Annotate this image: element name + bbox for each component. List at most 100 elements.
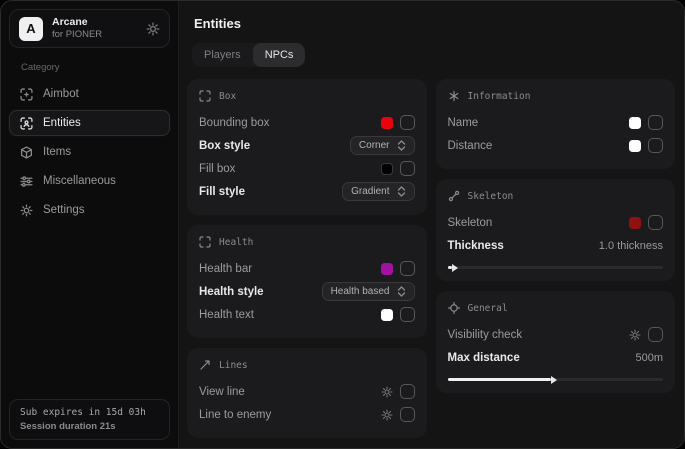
row-label: Visibility check xyxy=(448,329,523,341)
app-title: Arcane xyxy=(52,16,137,29)
main-panel: Entities Players NPCs Box xyxy=(179,1,684,448)
view-line-settings-gear-icon[interactable] xyxy=(381,386,393,398)
sidebar-item-miscellaneous[interactable]: Miscellaneous xyxy=(9,168,170,194)
card-title: Lines xyxy=(219,360,248,371)
sidebar-item-items[interactable]: Items xyxy=(9,139,170,165)
health-text-checkbox[interactable] xyxy=(400,307,415,322)
health-bar-row: Health bar xyxy=(199,257,415,280)
dropdown-value: Health based xyxy=(331,286,390,297)
row-label: Health style xyxy=(199,286,264,298)
app-subtitle: for PIONER xyxy=(52,29,137,41)
gear-icon[interactable] xyxy=(146,22,160,36)
thickness-slider-handle[interactable] xyxy=(452,264,458,272)
health-bar-checkbox[interactable] xyxy=(400,261,415,276)
max-distance-slider[interactable] xyxy=(448,378,664,381)
thickness-slider[interactable] xyxy=(448,266,664,269)
row-label: Skeleton xyxy=(448,217,493,229)
health-scan-icon xyxy=(199,236,211,248)
row-label: Fill style xyxy=(199,186,245,198)
visibility-check-row: Visibility check xyxy=(448,323,664,346)
sidebar-item-aimbot[interactable]: Aimbot xyxy=(9,81,170,107)
color-swatch[interactable] xyxy=(381,117,393,129)
logo-card: A Arcane for PIONER xyxy=(9,9,170,48)
row-label: Fill box xyxy=(199,163,235,175)
color-swatch[interactable] xyxy=(381,163,393,175)
chevron-up-down-icon xyxy=(397,286,406,297)
row-label: Health text xyxy=(199,309,254,321)
visibility-check-checkbox[interactable] xyxy=(648,327,663,342)
card-title: Skeleton xyxy=(468,191,514,202)
visibility-check-settings-gear-icon[interactable] xyxy=(629,329,641,341)
sidebar-item-label: Items xyxy=(43,146,71,158)
box-scan-icon xyxy=(199,90,211,102)
fill-style-dropdown[interactable]: Gradient xyxy=(342,182,414,201)
category-label: Category xyxy=(21,62,170,73)
information-card-header: Information xyxy=(448,90,664,102)
skeleton-row: Skeleton xyxy=(448,211,664,234)
slider-fill xyxy=(448,378,551,381)
sidebar-item-settings[interactable]: Settings xyxy=(9,197,170,223)
thickness-value: 1.0 thickness xyxy=(599,240,663,252)
line-to-enemy-checkbox[interactable] xyxy=(400,407,415,422)
row-label: Line to enemy xyxy=(199,409,271,421)
box-card-header: Box xyxy=(199,90,415,102)
row-label: Name xyxy=(448,117,479,129)
diagonal-line-icon xyxy=(199,359,211,371)
color-swatch[interactable] xyxy=(629,140,641,152)
health-style-dropdown[interactable]: Health based xyxy=(322,282,415,301)
card-title: General xyxy=(468,303,508,314)
tab-players[interactable]: Players xyxy=(192,43,253,67)
right-column: Information Name Distance xyxy=(436,79,676,393)
card-title: Information xyxy=(468,91,531,102)
name-checkbox[interactable] xyxy=(648,115,663,130)
page-title: Entities xyxy=(194,16,675,31)
app-logo: A xyxy=(19,17,43,41)
distance-row: Distance xyxy=(448,134,664,157)
thickness-row: Thickness 1.0 thickness xyxy=(448,234,664,257)
card-title: Health xyxy=(219,237,253,248)
view-line-checkbox[interactable] xyxy=(400,384,415,399)
logo-text: Arcane for PIONER xyxy=(52,16,137,41)
bounding-box-checkbox[interactable] xyxy=(400,115,415,130)
skeleton-card: Skeleton Skeleton Thickness 1.0 thicknes… xyxy=(436,179,676,281)
settings-gear-icon xyxy=(20,204,33,217)
distance-checkbox[interactable] xyxy=(648,138,663,153)
sidebar-item-label: Aimbot xyxy=(43,88,79,100)
bounding-box-row: Bounding box xyxy=(199,111,415,134)
fill-box-checkbox[interactable] xyxy=(400,161,415,176)
sidebar-item-label: Settings xyxy=(43,204,85,216)
tab-npcs[interactable]: NPCs xyxy=(253,43,306,67)
box-card: Box Bounding box Box style Corner xyxy=(187,79,427,215)
lines-card-header: Lines xyxy=(199,359,415,371)
sliders-icon xyxy=(20,175,33,188)
sub-expiry-text: Sub expires in 15d 03h xyxy=(20,407,159,418)
row-label: View line xyxy=(199,386,245,398)
fill-box-row: Fill box xyxy=(199,157,415,180)
color-swatch[interactable] xyxy=(629,117,641,129)
skeleton-checkbox[interactable] xyxy=(648,215,663,230)
name-row: Name xyxy=(448,111,664,134)
row-label: Health bar xyxy=(199,263,252,275)
bone-icon xyxy=(448,190,460,202)
health-text-row: Health text xyxy=(199,303,415,326)
box-style-dropdown[interactable]: Corner xyxy=(350,136,415,155)
skeleton-card-header: Skeleton xyxy=(448,190,664,202)
app-window: A Arcane for PIONER Category Aimbot xyxy=(0,0,685,449)
max-distance-value: 500m xyxy=(635,352,663,364)
row-label: Bounding box xyxy=(199,117,269,129)
max-distance-slider-handle[interactable] xyxy=(551,376,557,384)
line-to-enemy-settings-gear-icon[interactable] xyxy=(381,409,393,421)
color-swatch[interactable] xyxy=(629,217,641,229)
card-title: Box xyxy=(219,91,236,102)
general-card: General Visibility check xyxy=(436,291,676,393)
sidebar-item-label: Miscellaneous xyxy=(43,175,116,187)
health-card-header: Health xyxy=(199,236,415,248)
color-swatch[interactable] xyxy=(381,263,393,275)
row-label: Distance xyxy=(448,140,493,152)
sidebar-item-entities[interactable]: Entities xyxy=(9,110,170,136)
aimbot-scan-icon xyxy=(20,88,33,101)
information-card: Information Name Distance xyxy=(436,79,676,169)
package-icon xyxy=(20,146,33,159)
color-swatch[interactable] xyxy=(381,309,393,321)
left-column: Box Bounding box Box style Corner xyxy=(187,79,427,438)
